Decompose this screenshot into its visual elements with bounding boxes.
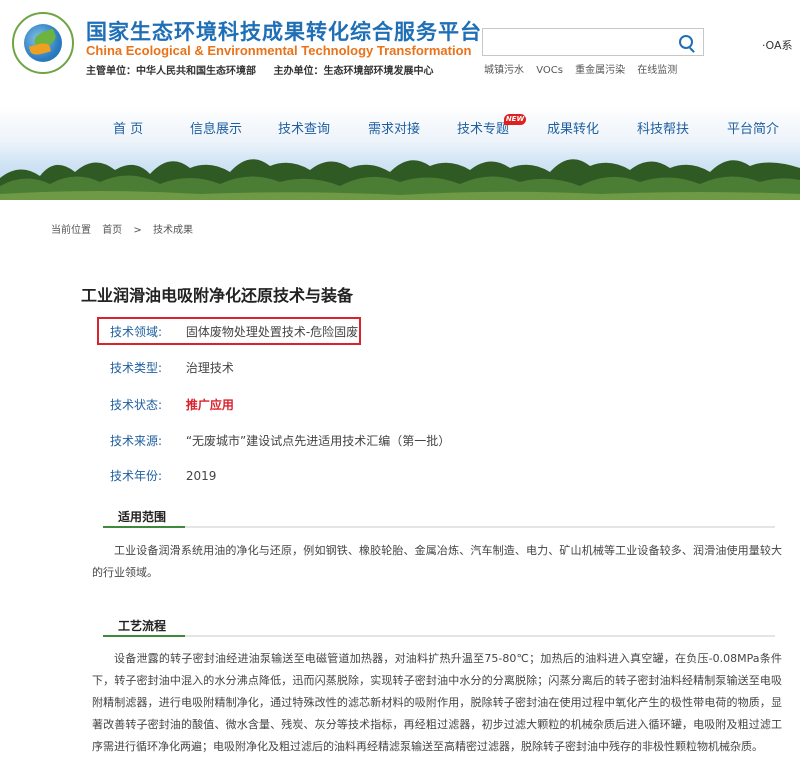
field-domain: 技术领域: 固体废物处理处置技术-危险固废 bbox=[110, 323, 358, 340]
hot-tag[interactable]: 在线监测 bbox=[637, 65, 677, 76]
hot-tag[interactable]: 重金属污染 bbox=[575, 65, 625, 76]
new-badge: NEW bbox=[504, 114, 526, 125]
site-title: 国家生态环境科技成果转化综合服务平台 bbox=[86, 20, 482, 44]
field-source: 技术来源: “无废城市”建设试点先进适用技术汇编（第一批） bbox=[110, 432, 450, 449]
field-status: 技术状态: 推广应用 bbox=[110, 396, 234, 413]
nav-info[interactable]: 信息展示 bbox=[190, 118, 242, 137]
nav-tech-query[interactable]: 技术查询 bbox=[278, 118, 330, 137]
breadcrumb-current[interactable]: 技术成果 bbox=[153, 225, 193, 236]
field-value: 治理技术 bbox=[185, 361, 234, 375]
section-heading-scope: 适用范围 bbox=[118, 510, 167, 524]
nav-demand[interactable]: 需求对接 bbox=[368, 118, 420, 137]
org-supervisor: 主管单位：中华人民共和国生态环境部 bbox=[86, 66, 256, 77]
field-value: 2019 bbox=[185, 469, 217, 483]
field-label: 技术来源: bbox=[110, 434, 163, 448]
page-title: 工业润滑油电吸附净化还原技术与装备 bbox=[81, 286, 354, 305]
status-value: 推广应用 bbox=[185, 398, 234, 412]
hot-tag[interactable]: 城镇污水 bbox=[484, 65, 524, 76]
section-text-process: 设备泄露的转子密封油经进油泵输送至电磁管道加热器，对油料扩热升温至75-80℃；… bbox=[92, 652, 782, 753]
search-icon[interactable] bbox=[679, 35, 693, 49]
search-box bbox=[482, 28, 704, 56]
hot-tag[interactable]: VOCs bbox=[536, 65, 563, 76]
site-header: 国家生态环境科技成果转化综合服务平台 China Ecological & En… bbox=[0, 0, 800, 200]
site-logo[interactable] bbox=[12, 12, 74, 74]
breadcrumb-label: 当前位置 bbox=[51, 225, 91, 236]
breadcrumb-separator: > bbox=[133, 225, 142, 236]
nav-topics[interactable]: 技术专题 bbox=[457, 118, 509, 137]
field-label: 技术类型: bbox=[110, 361, 163, 375]
site-title-en: China Ecological & Environmental Technol… bbox=[86, 43, 472, 58]
nav-transform[interactable]: 成果转化 bbox=[547, 118, 599, 137]
field-label: 技术年份: bbox=[110, 469, 163, 483]
field-year: 技术年份: 2019 bbox=[110, 467, 216, 484]
forest-banner bbox=[0, 159, 800, 200]
field-label: 技术领域: bbox=[110, 325, 163, 339]
section-divider bbox=[103, 635, 775, 637]
field-type: 技术类型: 治理技术 bbox=[110, 359, 234, 376]
field-value: “无废城市”建设试点先进适用技术汇编（第一批） bbox=[185, 434, 451, 448]
section-text-scope: 工业设备润滑系统用油的净化与还原，例如钢铁、橡胶轮胎、金属冶炼、汽车制造、电力、… bbox=[92, 544, 782, 579]
org-host: 主办单位：生态环境部环境发展中心 bbox=[273, 66, 434, 77]
field-value: 固体废物处理处置技术-危险固废 bbox=[185, 325, 359, 339]
field-label: 技术状态: bbox=[110, 398, 163, 412]
nav-home[interactable]: 首 页 bbox=[113, 118, 143, 137]
breadcrumb: 当前位置 首页 > 技术成果 bbox=[51, 221, 201, 236]
nav-assist[interactable]: 科技帮扶 bbox=[637, 118, 689, 137]
breadcrumb-home[interactable]: 首页 bbox=[102, 225, 122, 236]
hot-search-tags: 城镇污水 VOCs 重金属污染 在线监测 bbox=[484, 61, 686, 76]
oa-link[interactable]: ·OA系 bbox=[762, 37, 793, 53]
section-heading-process: 工艺流程 bbox=[118, 619, 167, 633]
organizers: 主管单位：中华人民共和国生态环境部 主办单位：生态环境部环境发展中心 bbox=[86, 62, 447, 77]
main-nav: 首 页 信息展示 技术查询 需求对接 技术专题 成果转化 科技帮扶 平台简介 bbox=[0, 118, 800, 140]
nav-about[interactable]: 平台简介 bbox=[727, 118, 779, 137]
section-divider bbox=[103, 526, 775, 528]
search-input[interactable] bbox=[489, 30, 673, 56]
